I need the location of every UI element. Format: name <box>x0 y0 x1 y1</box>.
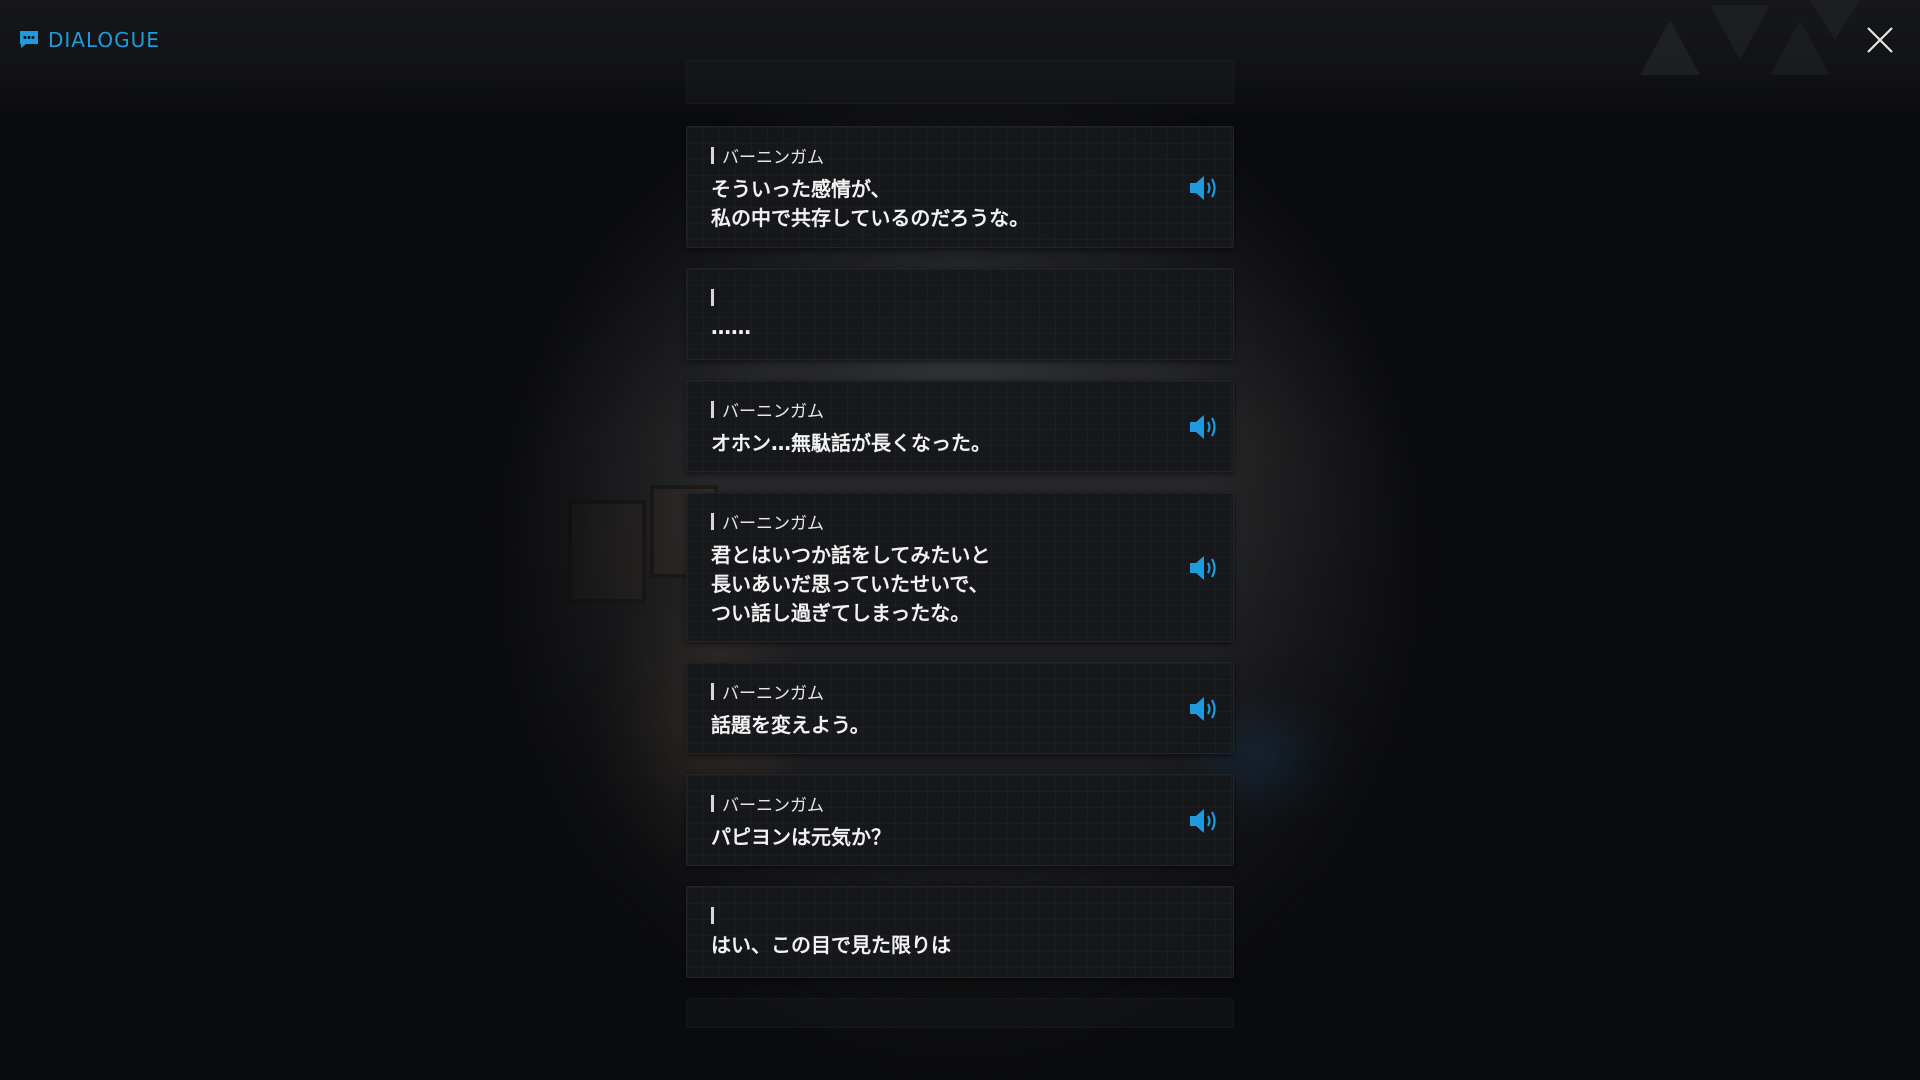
voice-play-button[interactable] <box>1187 552 1223 584</box>
speaker-icon <box>1190 556 1216 580</box>
dialogue-entry: バーニンガム オホン…無駄話が長くなった。 <box>686 380 1234 472</box>
speaker-marker <box>711 682 714 700</box>
dialogue-entry: バーニンガム 話題を変えよう。 <box>686 662 1234 754</box>
dialogue-entry: バーニンガム そういった感情が、 私の中で共存しているのだろうな。 <box>686 126 1234 248</box>
speaker-marker <box>711 400 714 418</box>
speaker-name: バーニンガム <box>711 145 824 168</box>
dialogue-text: オホン…無駄話が長くなった。 <box>711 431 991 455</box>
speaker-name: バーニンガム <box>711 399 824 422</box>
speaker-name-text: バーニンガム <box>722 147 824 168</box>
speaker-name: バーニンガム <box>711 793 824 816</box>
speaker-name-text: バーニンガム <box>722 401 824 422</box>
dialogue-entry: バーニンガム 君とはいつか話をしてみたいと 長いあいだ思っていたせいで、 つい話… <box>686 492 1234 642</box>
corner-decoration <box>1640 0 1860 75</box>
dialogue-entry-partial <box>686 998 1234 1028</box>
speaker-icon <box>1190 697 1216 721</box>
dialogue-text: 君とはいつか話をしてみたいと 長いあいだ思っていたせいで、 つい話し過ぎてしまっ… <box>711 543 991 625</box>
speaker-marker <box>711 288 714 306</box>
speaker-name <box>711 287 722 307</box>
voice-play-button[interactable] <box>1187 172 1223 204</box>
voice-play-button[interactable] <box>1187 693 1223 725</box>
speaker-icon <box>1190 415 1216 439</box>
dialogue-title: DIALOGUE <box>48 28 160 52</box>
speaker-name-text: バーニンガム <box>722 795 824 816</box>
chat-bubble-icon <box>18 30 40 50</box>
speaker-marker <box>711 512 714 530</box>
dialogue-text: …… <box>711 315 751 339</box>
speaker-name-text: バーニンガム <box>722 683 824 704</box>
dialogue-text: パピヨンは元気か？ <box>711 825 891 849</box>
dialogue-entry: …… <box>686 268 1234 360</box>
dialogue-entry: バーニンガム パピヨンは元気か？ <box>686 774 1234 866</box>
dialogue-entry-partial <box>686 60 1234 104</box>
speaker-name: バーニンガム <box>711 681 824 704</box>
speaker-marker <box>711 906 714 924</box>
dialogue-text: そういった感情が、 私の中で共存しているのだろうな。 <box>711 177 1030 230</box>
close-button[interactable] <box>1864 24 1896 56</box>
speaker-marker <box>711 794 714 812</box>
dialogue-header: DIALOGUE <box>18 28 160 52</box>
dialogue-entry: はい、この目で見た限りは <box>686 886 1234 978</box>
speaker-name-text: バーニンガム <box>722 513 824 534</box>
dialogue-text: 話題を変えよう。 <box>711 713 870 737</box>
dialogue-log-screen: DIALOGUE バーニンガム そういった感情が、 私の中で共存しているのだろう… <box>0 0 1920 1080</box>
speaker-name <box>711 905 722 925</box>
dialogue-log-list[interactable]: バーニンガム そういった感情が、 私の中で共存しているのだろうな。 …… バーニ… <box>686 0 1234 1080</box>
voice-play-button[interactable] <box>1187 805 1223 837</box>
speaker-name: バーニンガム <box>711 511 824 534</box>
close-icon <box>1867 27 1893 53</box>
voice-play-button[interactable] <box>1187 411 1223 443</box>
speaker-icon <box>1190 176 1216 200</box>
speaker-icon <box>1190 809 1216 833</box>
speaker-marker <box>711 146 714 164</box>
dialogue-text: はい、この目で見た限りは <box>711 933 951 957</box>
background-picture-frame <box>568 500 646 603</box>
